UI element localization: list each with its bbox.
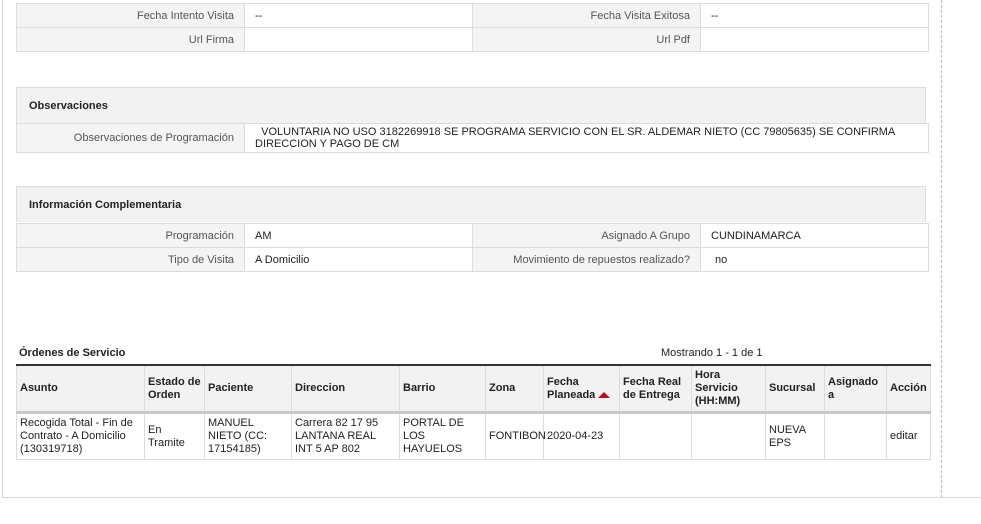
observaciones-row: Observaciones de Programación VOLUNTARIA… xyxy=(16,123,929,153)
observaciones-table: Observaciones de Programación VOLUNTARIA… xyxy=(16,123,929,153)
editar-link[interactable]: editar xyxy=(890,430,918,442)
complementaria-row: Programación AM Asignado A Grupo CUNDINA… xyxy=(16,223,929,248)
cell-sucursal: NUEVA EPS xyxy=(765,412,825,460)
col-asunto[interactable]: Asunto xyxy=(16,364,145,414)
ordenes-servicio-title: Órdenes de Servicio xyxy=(19,347,126,359)
ordenes-header-row: Asunto Estado de Orden Paciente Direccio… xyxy=(16,364,931,414)
url-pdf-value[interactable] xyxy=(700,27,929,52)
cell-fecha-real xyxy=(619,412,692,460)
movimiento-repuestos-label: Movimiento de repuestos realizado? xyxy=(472,247,701,272)
col-accion: Acción xyxy=(886,364,931,414)
cell-zona: FONTIBON xyxy=(485,412,546,460)
tipo-visita-value: A Domicilio xyxy=(244,247,473,272)
col-paciente[interactable]: Paciente xyxy=(204,364,292,414)
tipo-visita-label: Tipo de Visita xyxy=(16,247,245,272)
movimiento-repuestos-value: no xyxy=(700,247,929,272)
observaciones-programacion-value: VOLUNTARIA NO USO 3182269918 SE PROGRAMA… xyxy=(244,123,929,153)
col-fecha-planeada[interactable]: Fecha Planeada xyxy=(543,364,620,414)
observaciones-header: Observaciones xyxy=(16,87,926,123)
bottom-divider xyxy=(941,497,981,498)
fecha-intento-visita-label: Fecha Intento Visita xyxy=(16,3,245,28)
table-row: Recogida Total - Fin de Contrato - A Dom… xyxy=(16,412,931,460)
col-asignado[interactable]: Asignado a xyxy=(824,364,887,414)
asignado-grupo-value: CUNDINAMARCA xyxy=(700,223,929,248)
cell-hora xyxy=(691,412,766,460)
dashed-divider xyxy=(941,0,942,498)
sort-ascending-icon[interactable] xyxy=(598,391,611,398)
col-barrio[interactable]: Barrio xyxy=(399,364,486,414)
cell-asunto: Recogida Total - Fin de Contrato - A Dom… xyxy=(16,412,145,460)
observaciones-programacion-label: Observaciones de Programación xyxy=(16,123,245,153)
programacion-label: Programación xyxy=(16,223,245,248)
asignado-grupo-label: Asignado A Grupo xyxy=(472,223,701,248)
cell-direccion: Carrera 82 17 95 LANTANA REAL INT 5 AP 8… xyxy=(291,412,400,460)
col-fecha-planeada-label: Fecha Planeada xyxy=(547,375,596,401)
cell-barrio: PORTAL DE LOS HAYUELOS xyxy=(399,412,486,460)
details-row: Fecha Intento Visita -- Fecha Visita Exi… xyxy=(16,3,929,28)
fecha-visita-exitosa-value: -- xyxy=(700,3,929,28)
details-table: Fecha Intento Visita -- Fecha Visita Exi… xyxy=(16,3,929,52)
cell-paciente: MANUEL NIETO (CC: 17154185) xyxy=(204,412,292,460)
url-firma-value[interactable] xyxy=(244,27,473,52)
fecha-visita-exitosa-label: Fecha Visita Exitosa xyxy=(472,3,701,28)
pagination-summary: Mostrando 1 - 1 de 1 xyxy=(661,347,763,359)
ordenes-table: Asunto Estado de Orden Paciente Direccio… xyxy=(16,364,931,460)
fecha-intento-visita-value: -- xyxy=(244,3,473,28)
complementaria-row: Tipo de Visita A Domicilio Movimiento de… xyxy=(16,247,929,272)
cell-fecha-planeada: 2020-04-23 xyxy=(543,412,620,460)
cell-estado: En Tramite xyxy=(144,412,205,460)
informacion-complementaria-header: Información Complementaria xyxy=(16,186,926,222)
col-direccion[interactable]: Direccion xyxy=(291,364,400,414)
cell-asignado xyxy=(824,412,887,460)
col-estado-orden[interactable]: Estado de Orden xyxy=(144,364,205,414)
cell-accion: editar xyxy=(886,412,931,460)
col-sucursal[interactable]: Sucursal xyxy=(765,364,825,414)
observaciones-text: VOLUNTARIA NO USO 3182269918 SE PROGRAMA… xyxy=(255,126,895,150)
col-zona[interactable]: Zona xyxy=(485,364,544,414)
col-hora-servicio[interactable]: Hora Servicio (HH:MM) xyxy=(691,364,766,414)
url-firma-label: Url Firma xyxy=(16,27,245,52)
details-row: Url Firma Url Pdf xyxy=(16,27,929,52)
col-fecha-real-entrega[interactable]: Fecha Real de Entrega xyxy=(619,364,692,414)
complementaria-table: Programación AM Asignado A Grupo CUNDINA… xyxy=(16,223,929,272)
programacion-value: AM xyxy=(244,223,473,248)
url-pdf-label: Url Pdf xyxy=(472,27,701,52)
